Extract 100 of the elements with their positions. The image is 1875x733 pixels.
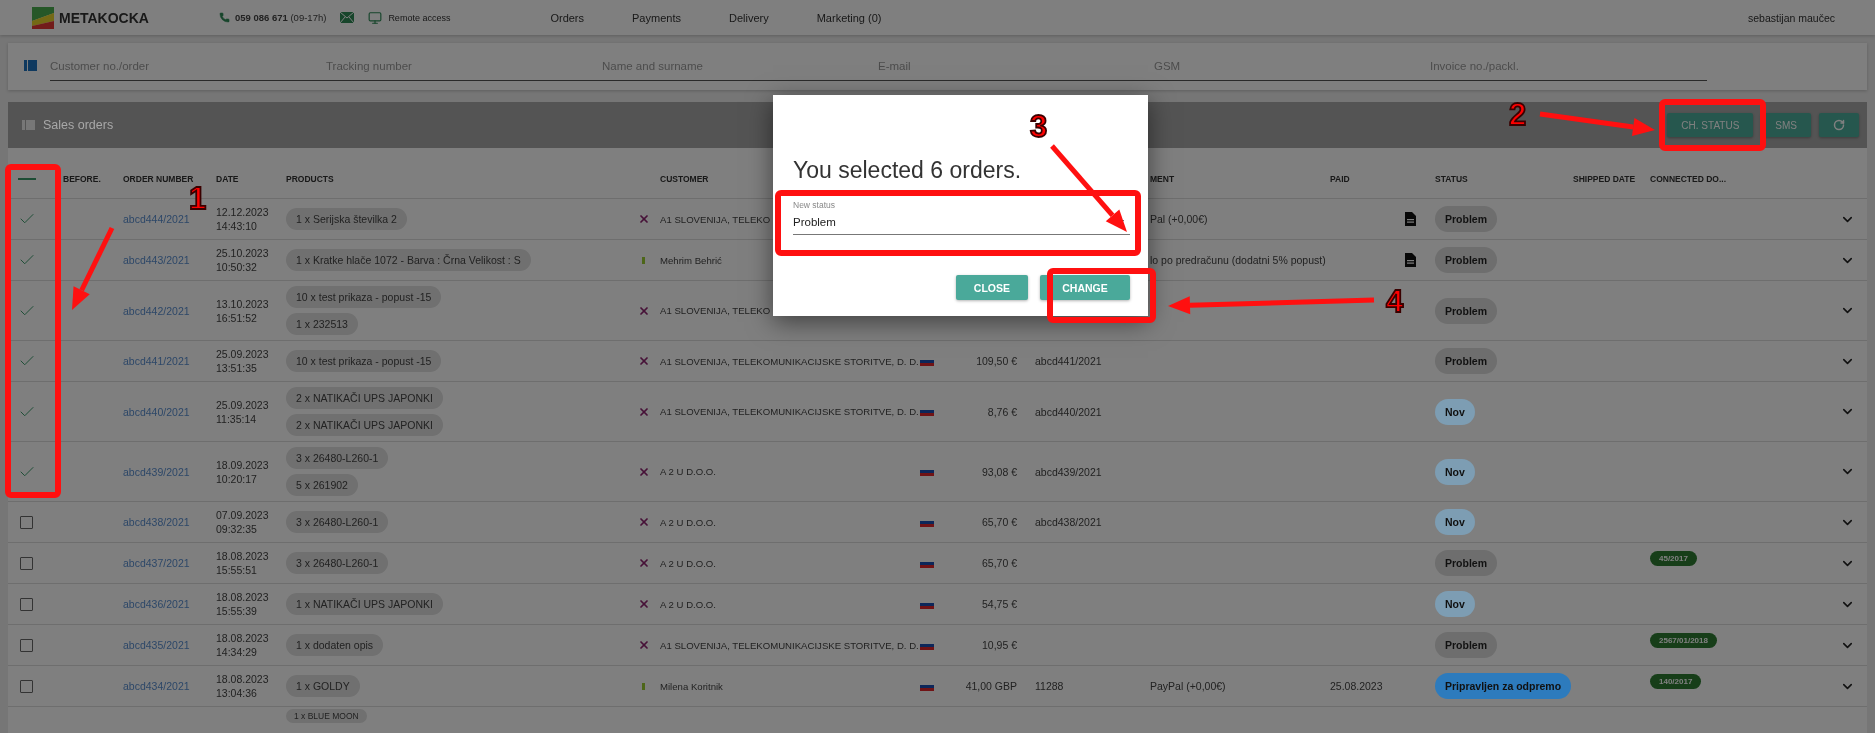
order-number-link[interactable]: abcd442/2021 [123,304,190,317]
order-number-link[interactable]: abcd438/2021 [123,516,190,528]
column-header: PAID [1330,174,1351,184]
status-badge: Nov [1435,591,1475,617]
panel-title: Sales orders [43,118,114,132]
customer-name: A1 SLOVENIJA, TELEKO [660,305,771,316]
column-header: MENT [1150,174,1176,184]
customer-name: A 2 U D.O.O. [660,516,716,528]
logo-icon[interactable] [32,6,54,29]
product-chip: 1 x NATIKAČI UPS JAPONKI [286,593,443,615]
nav-menu-item[interactable]: Marketing (0) [816,11,882,24]
toolbar-button[interactable]: CH. STATUS [1667,113,1754,137]
document-icon[interactable] [1405,212,1416,226]
column-header: PRODUCTS [286,174,335,184]
status-badge: Problem [1435,206,1497,232]
status-badge: Problem [1435,297,1497,324]
connected-document-badge[interactable]: 45/2017 [1650,551,1697,566]
nav-menu-item[interactable]: Delivery [728,11,769,24]
customer-name: A1 SLOVENIJA, TELEKOMUNIKACIJSKE STORITVE, D. D. [660,406,919,417]
product-chip: 2 x NATIKAČI UPS JAPONKI [286,387,443,409]
product-chip: 10 x test prikaza - popust -15 [286,286,442,308]
connected-document-badge[interactable]: 140/2017 [1650,674,1702,689]
order-number-link[interactable]: abcd435/2021 [123,639,190,651]
brand-name: METAKOCKA [59,9,149,26]
product-chip: 1 x GOLDY [286,675,360,697]
order-amount: 10,95 € [981,639,1017,651]
customer-name: A 2 U D.O.O. [660,598,716,610]
paid-date: 25.08.2023 [1330,680,1383,692]
list-icon [24,60,37,71]
monitor-icon[interactable] [368,10,383,25]
step-number: 3 [1030,112,1048,142]
customer-name: Milena Koritnik [660,680,723,692]
status-badge: Nov [1435,398,1475,425]
dialog-button[interactable]: CLOSE [955,275,1028,300]
status-badge: Problem [1435,348,1497,374]
mail-icon[interactable] [340,12,355,23]
product-chip: 3 x 26480-L260-1 [286,447,389,469]
payment-method: lo po predračunu (dodatni 5% popust) [1150,254,1326,266]
product-chip: 2 x NATIKAČI UPS JAPONKI [286,414,443,436]
order-date: 25.09.2023 11:35:14 [216,397,269,426]
order-amount: 65,70 € [981,516,1017,528]
nav-menu-item[interactable]: Orders [550,11,585,24]
order-amount: 65,70 € [981,557,1017,569]
order-date: 18.08.2023 15:55:39 [216,590,269,618]
product-chip: 1 x dodaten opis [286,634,384,656]
customer-name: A1 SLOVENIJA, TELEKO [660,213,771,225]
status-badge: Problem [1435,632,1497,658]
product-chip: 5 x 261902 [286,474,358,496]
reference-number: abcd441/2021 [1035,355,1102,367]
order-number-link[interactable]: abcd443/2021 [123,254,190,266]
refresh-icon [1833,119,1845,131]
customer-name: A1 SLOVENIJA, TELEKOMUNIKACIJSKE STORITVE, D. D. [660,355,919,367]
column-header: ORDER NUMBER [123,174,195,184]
order-number-link[interactable]: abcd436/2021 [123,598,190,610]
payment-method: Pal (+0,00€) [1150,213,1208,225]
column-header: CONNECTED DO... [1650,174,1728,184]
checkbox[interactable] [20,679,33,693]
order-number-link[interactable]: abcd434/2021 [123,680,190,692]
checkbox[interactable] [20,556,33,570]
order-date: 18.08.2023 15:55:51 [216,549,269,577]
column-header: DATE [216,174,240,184]
status-badge: Problem [1435,247,1497,273]
product-chip: 1 x Serijska številka 2 [286,208,407,230]
column-header: SHIPPED DATE [1573,174,1637,184]
flag-icon [920,467,934,476]
product-chip: 3 x 26480-L260-1 [286,552,389,574]
column-header: BEFORE. [63,174,102,184]
order-amount: 109,50 € [976,355,1017,367]
step-number: 2 [1509,100,1527,130]
checkbox[interactable] [20,597,33,611]
product-chip: 3 x 26480-L260-1 [286,511,389,533]
order-date: 07.09.2023 09:32:35 [216,508,269,536]
refresh-button[interactable] [1819,113,1859,137]
remote-access-link[interactable]: Remote access [388,12,451,23]
customer-name: A 2 U D.O.O. [660,557,716,569]
document-icon[interactable] [1405,253,1416,267]
product-chip: 1 x BLUE MOON [286,709,367,723]
column-header: STATUS [1435,174,1469,184]
order-number-link[interactable]: abcd440/2021 [123,405,190,418]
nav-menu-item[interactable]: Payments [632,11,681,24]
order-number-link[interactable]: abcd441/2021 [123,355,190,367]
payment-method: PayPal (+0,00€) [1150,680,1226,692]
connected-document-badge[interactable]: 2567/01/2018 [1650,633,1717,648]
order-number-link[interactable]: abcd437/2021 [123,557,190,569]
order-date: 18.08.2023 13:04:36 [216,672,269,700]
dialog-button[interactable]: CHANGE [1040,275,1130,300]
checkbox[interactable] [20,638,33,652]
step-number: 4 [1386,287,1404,317]
customer-name: Mehrim Behrić [660,254,722,266]
checkbox[interactable] [20,515,33,529]
order-number-link[interactable]: abcd439/2021 [123,465,190,478]
user-name[interactable]: sebastijan maučec [1748,11,1835,24]
order-amount: 93,08 € [981,465,1017,478]
column-header: CUSTOMER [660,174,710,184]
order-number-link[interactable]: abcd444/2021 [123,213,190,225]
status-badge: Nov [1435,458,1475,485]
status-badge: Pripravljen za odpremo [1435,673,1572,699]
reference-number: abcd440/2021 [1035,405,1102,418]
status-badge: Nov [1435,509,1475,535]
order-date: 18.09.2023 10:20:17 [216,457,269,486]
